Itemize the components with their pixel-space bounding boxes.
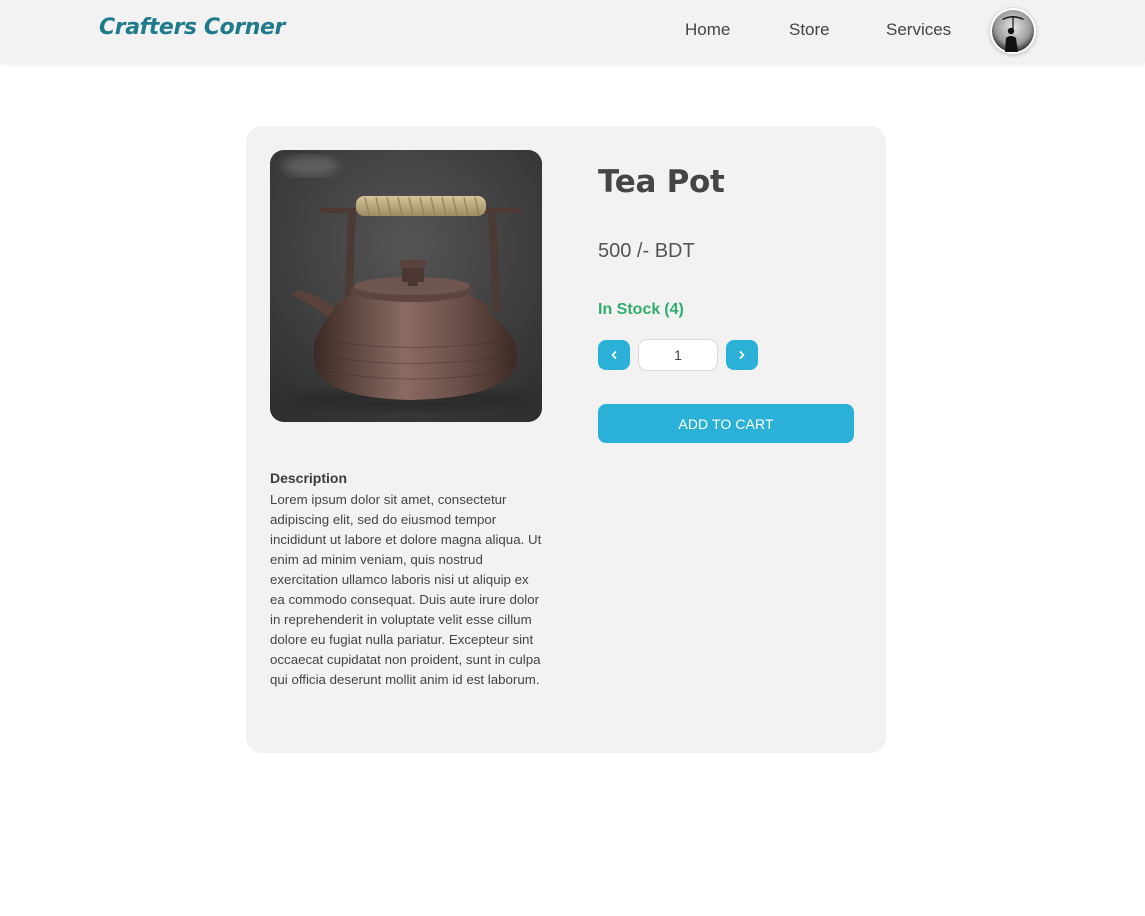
stock-count: (4) xyxy=(664,301,684,318)
stock-label: In Stock xyxy=(598,301,661,318)
chevron-left-icon xyxy=(611,351,617,359)
nav-store-link[interactable]: Store xyxy=(789,20,830,40)
increment-quantity-button[interactable] xyxy=(726,340,758,370)
stock-status: In Stock (4) xyxy=(598,301,684,319)
quantity-input[interactable] xyxy=(638,339,718,371)
product-title: Tea Pot xyxy=(598,164,725,200)
chevron-right-icon xyxy=(739,351,745,359)
description-heading: Description xyxy=(270,470,348,486)
nav-services-link[interactable]: Services xyxy=(886,20,951,40)
decrement-quantity-button[interactable] xyxy=(598,340,630,370)
navbar: Crafters Corner Home Store Services xyxy=(0,0,1145,62)
product-image xyxy=(270,150,542,422)
brand-logo[interactable]: Crafters Corner xyxy=(99,15,285,40)
description-text: Lorem ipsum dolor sit amet, consectetur … xyxy=(270,492,542,687)
product-card: Tea Pot 500 /- BDT In Stock(4) ADD TO CA… xyxy=(246,126,886,753)
product-price: 500 /- BDT xyxy=(598,240,695,262)
user-avatar-icon[interactable] xyxy=(990,8,1036,54)
nav-home-link[interactable]: Home xyxy=(685,20,730,40)
add-to-cart-button[interactable]: ADD TO CART xyxy=(598,404,854,443)
